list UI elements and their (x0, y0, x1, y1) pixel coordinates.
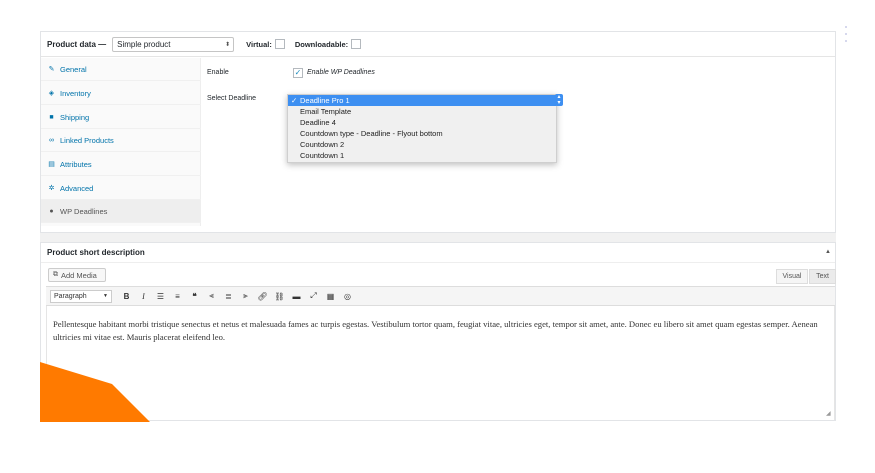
product-type-value: Simple product (117, 39, 171, 49)
tab-label: General (60, 64, 87, 74)
short-description-content: Pellentesque habitant morbi tristique se… (53, 319, 818, 342)
enable-wp-deadlines-text: Enable WP Deadlines (307, 69, 375, 76)
option-label: Deadline Pro 1 (300, 96, 350, 105)
fullscreen-icon[interactable]: ⤢ (305, 289, 322, 303)
product-data-title: Product data — (47, 39, 107, 49)
tab-shipping[interactable]: ■ Shipping (41, 106, 201, 129)
decorative-orange-shape (40, 362, 150, 422)
product-type-select[interactable]: Simple product ⬍ (112, 36, 235, 52)
editor-toolbar: Paragraph ▼ B I ☰ ≡ ❝ ⫷ ≣ ⫸ 🔗︎ ⛓ ▬ ⤢ ▦ ◎ (46, 286, 835, 306)
downloadable-label: Downloadable: (294, 39, 349, 49)
tab-label: WP Deadlines (60, 206, 108, 216)
tab-label: Inventory (60, 88, 91, 98)
italic-icon[interactable]: I (135, 289, 152, 303)
short-description-header[interactable]: Product short description ▲ (41, 243, 835, 263)
enable-label: Enable (207, 69, 229, 76)
dropdown-option-deadline-pro-1[interactable]: ✓ Deadline Pro 1 (288, 95, 556, 106)
bold-icon[interactable]: B (118, 289, 135, 303)
media-icon: ⧉ (53, 271, 58, 278)
tab-general[interactable]: ✎ General (41, 58, 201, 81)
tab-linked-products[interactable]: ∞ Linked Products (41, 129, 201, 152)
bullet-list-icon[interactable]: ☰ (152, 289, 169, 303)
panel-separator (40, 233, 836, 242)
select-deadline-label: Select Deadline (207, 95, 257, 102)
select-arrows-icon[interactable]: ▴ ▾ (555, 94, 563, 106)
remove-link-icon[interactable]: ⛓ (271, 289, 288, 303)
tab-label: Attributes (60, 159, 92, 169)
wrench-icon: ✎ (48, 66, 55, 73)
tab-advanced[interactable]: ✲ Advanced (41, 177, 201, 200)
tab-text[interactable]: Text (809, 269, 836, 284)
collapse-arrow-icon[interactable]: ▲ (825, 249, 831, 255)
add-media-button[interactable]: ⧉ Add Media (48, 268, 106, 282)
dropdown-option-countdown-flyout[interactable]: Countdown type - Deadline - Flyout botto… (288, 128, 556, 139)
numbered-list-icon[interactable]: ≡ (169, 289, 186, 303)
clock-icon: ● (49, 207, 54, 215)
toolbar-toggle-icon[interactable]: ▦ (322, 289, 339, 303)
dropdown-option-countdown-2[interactable]: Countdown 2 (288, 139, 556, 150)
format-select[interactable]: Paragraph ▼ (50, 289, 112, 303)
align-center-icon[interactable]: ≣ (220, 289, 237, 303)
shortcode-icon[interactable]: ◎ (339, 289, 356, 303)
link-icon: ∞ (49, 136, 54, 144)
read-more-icon[interactable]: ▬ (288, 289, 305, 303)
align-left-icon[interactable]: ⫷ (203, 289, 220, 303)
option-label: Deadline 4 (300, 118, 336, 127)
chevron-down-icon: ▼ (103, 293, 108, 299)
product-data-header: Product data — Simple product ⬍ Virtual:… (41, 32, 835, 57)
tag-icon: ◈ (48, 90, 55, 97)
truck-icon: ■ (49, 113, 54, 121)
tab-label: Shipping (60, 112, 90, 122)
format-select-value: Paragraph (54, 292, 87, 300)
product-data-tabs: ✎ General ◈ Inventory ■ Shipping ∞ Linke… (41, 58, 201, 226)
enable-wp-deadlines-checkbox[interactable]: ✓ (293, 68, 303, 78)
virtual-checkbox[interactable] (274, 39, 285, 49)
table-icon: ▤ (48, 161, 55, 168)
short-description-title: Product short description (47, 248, 145, 257)
tab-wp-deadlines[interactable]: ● WP Deadlines (41, 200, 201, 223)
virtual-label: Virtual: (246, 39, 272, 49)
dropdown-option-countdown-1[interactable]: Countdown 1 (288, 150, 556, 161)
add-media-label: Add Media (61, 270, 97, 280)
deadline-dropdown-list[interactable]: ✓ Deadline Pro 1 Email Template Deadline… (287, 94, 557, 163)
option-label: Email Template (300, 107, 352, 116)
option-label: Countdown type - Deadline - Flyout botto… (300, 129, 443, 138)
tab-label: Linked Products (60, 135, 114, 145)
tab-inventory[interactable]: ◈ Inventory (41, 82, 201, 105)
option-label: Countdown 2 (300, 140, 345, 149)
checkmark-icon: ✓ (291, 96, 298, 105)
resize-handle-icon[interactable]: ◢ (826, 410, 831, 417)
dropdown-option-email-template[interactable]: Email Template (288, 106, 556, 117)
gear-icon: ✲ (48, 185, 55, 192)
tab-label: Advanced (60, 183, 94, 193)
dropdown-option-deadline-4[interactable]: Deadline 4 (288, 117, 556, 128)
select-arrows-icon: ⬍ (225, 41, 231, 48)
option-label: Countdown 1 (300, 151, 345, 160)
downloadable-checkbox[interactable] (351, 39, 362, 49)
insert-link-icon[interactable]: 🔗︎ (254, 289, 271, 303)
screenshot-stage: Product data — Simple product ⬍ Virtual:… (0, 0, 875, 473)
tab-visual[interactable]: Visual (776, 269, 808, 284)
tab-attributes[interactable]: ▤ Attributes (41, 153, 201, 176)
visual-tab-label: Visual (782, 273, 802, 280)
align-right-icon[interactable]: ⫸ (237, 289, 254, 303)
blockquote-icon[interactable]: ❝ (186, 289, 203, 303)
text-tab-label: Text (816, 273, 829, 280)
